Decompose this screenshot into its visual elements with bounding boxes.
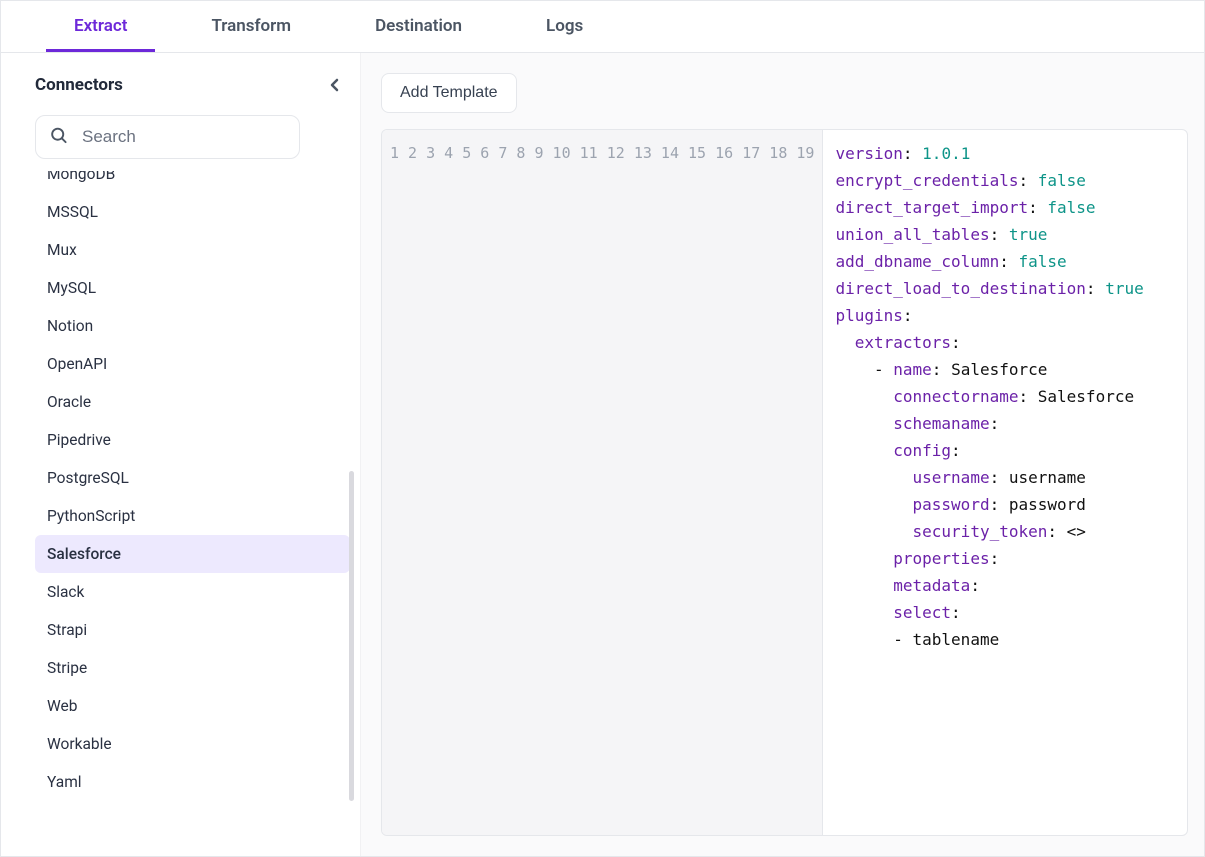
tab-destination[interactable]: Destination (347, 1, 490, 52)
collapse-sidebar-button[interactable] (322, 73, 346, 97)
search-wrap (35, 115, 300, 159)
sidebar-item-openapi[interactable]: OpenAPI (35, 345, 350, 383)
body: Connectors MongoDBMSSQLMuxMySQLNotionOpe… (1, 53, 1204, 856)
tab-transform[interactable]: Transform (183, 1, 319, 52)
sidebar-item-stripe[interactable]: Stripe (35, 649, 350, 687)
sidebar-item-pythonscript[interactable]: PythonScript (35, 497, 350, 535)
editor-panel: Add Template 1 2 3 4 5 6 7 8 9 10 11 12 … (361, 53, 1204, 856)
sidebar-item-postgresql[interactable]: PostgreSQL (35, 459, 350, 497)
sidebar-item-mongodb[interactable]: MongoDB (35, 171, 350, 193)
scrollbar-thumb[interactable] (349, 471, 354, 801)
editor-toolbar: Add Template (381, 73, 1188, 113)
sidebar-item-mysql[interactable]: MySQL (35, 269, 350, 307)
sidebar-item-strapi[interactable]: Strapi (35, 611, 350, 649)
code-editor[interactable]: 1 2 3 4 5 6 7 8 9 10 11 12 13 14 15 16 1… (381, 129, 1188, 836)
add-template-button[interactable]: Add Template (381, 73, 517, 113)
line-number-gutter: 1 2 3 4 5 6 7 8 9 10 11 12 13 14 15 16 1… (382, 130, 823, 835)
search-icon (49, 126, 68, 149)
sidebar-item-workable[interactable]: Workable (35, 725, 350, 763)
sidebar-item-web[interactable]: Web (35, 687, 350, 725)
tab-bar: Extract Transform Destination Logs (1, 1, 1204, 53)
tab-logs[interactable]: Logs (518, 1, 611, 52)
sidebar-item-mux[interactable]: Mux (35, 231, 350, 269)
sidebar-item-oracle[interactable]: Oracle (35, 383, 350, 421)
search-input[interactable] (35, 115, 300, 159)
sidebar-header: Connectors (35, 73, 354, 97)
sidebar-item-yaml[interactable]: Yaml (35, 763, 350, 801)
chevron-left-icon (330, 78, 339, 92)
connector-list[interactable]: MongoDBMSSQLMuxMySQLNotionOpenAPIOracleP… (35, 171, 354, 856)
sidebar-item-mssql[interactable]: MSSQL (35, 193, 350, 231)
sidebar-item-pipedrive[interactable]: Pipedrive (35, 421, 350, 459)
connectors-sidebar: Connectors MongoDBMSSQLMuxMySQLNotionOpe… (1, 53, 361, 856)
code-area[interactable]: version: 1.0.1 encrypt_credentials: fals… (823, 130, 1187, 835)
sidebar-item-slack[interactable]: Slack (35, 573, 350, 611)
tab-extract[interactable]: Extract (46, 1, 155, 52)
sidebar-item-notion[interactable]: Notion (35, 307, 350, 345)
sidebar-title: Connectors (35, 75, 123, 95)
sidebar-item-salesforce[interactable]: Salesforce (35, 535, 350, 573)
app-frame: Extract Transform Destination Logs Connecto… (0, 0, 1205, 857)
